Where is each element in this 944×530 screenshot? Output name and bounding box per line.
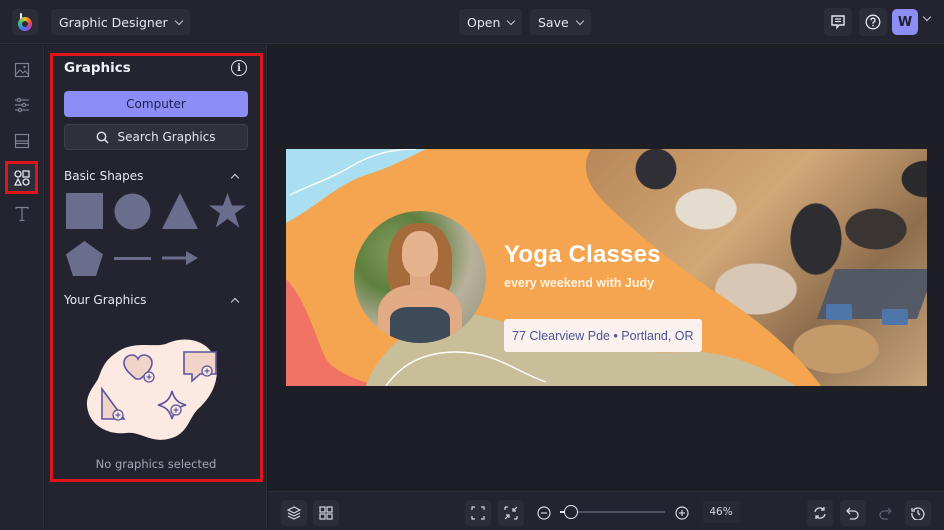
comments-icon xyxy=(831,15,845,30)
image-icon xyxy=(14,62,30,78)
zoom-slider-thumb[interactable] xyxy=(563,505,578,519)
open-label: Open xyxy=(467,14,501,30)
shape-square[interactable] xyxy=(66,193,103,229)
chevron-down-icon xyxy=(507,16,516,25)
computer-upload-button[interactable]: Computer xyxy=(64,91,248,117)
help-button[interactable] xyxy=(859,8,887,36)
chevron-down-icon xyxy=(174,16,183,25)
portrait-top xyxy=(390,307,450,343)
layers-button[interactable] xyxy=(281,500,307,526)
layout-icon xyxy=(14,133,30,149)
panel-title: Graphics xyxy=(64,60,131,76)
sliders-icon xyxy=(15,97,29,113)
shrink-icon xyxy=(504,506,518,520)
search-graphics-label: Search Graphics xyxy=(117,130,216,144)
fit-screen-button[interactable] xyxy=(465,500,491,526)
design-headline[interactable]: Yoga Classes xyxy=(504,241,661,269)
refresh-icon xyxy=(814,507,826,519)
design-address-box[interactable]: 77 Clearview Pde • Portland, OR xyxy=(504,319,702,352)
shape-pentagon[interactable] xyxy=(66,241,103,276)
app: Graphic Designer Open Save W Graphics i … xyxy=(0,0,944,530)
basic-shapes-heading: Basic Shapes xyxy=(64,169,144,183)
info-icon[interactable]: i xyxy=(231,60,247,76)
your-graphics-heading: Your Graphics xyxy=(64,293,147,307)
undo-icon xyxy=(846,507,859,520)
rail-item-text[interactable] xyxy=(8,200,36,228)
zoom-in-button[interactable] xyxy=(671,500,693,526)
layers-icon xyxy=(287,506,301,520)
redo-button[interactable] xyxy=(874,500,896,526)
rail-item-image[interactable] xyxy=(8,56,36,84)
grid-icon xyxy=(319,506,333,520)
design-canvas[interactable]: Yoga Classes every weekend with Judy 77 … xyxy=(286,149,927,386)
shape-arrow[interactable] xyxy=(162,251,198,265)
search-graphics-button[interactable]: Search Graphics xyxy=(64,124,248,150)
shapes-icon xyxy=(13,169,30,186)
save-dropdown[interactable]: Save xyxy=(530,9,591,35)
logo[interactable] xyxy=(12,9,38,35)
shape-line[interactable] xyxy=(114,256,151,261)
history-button[interactable] xyxy=(905,500,931,526)
chevron-down-icon xyxy=(575,16,584,25)
rail-item-graphics[interactable] xyxy=(5,161,38,194)
undo-button[interactable] xyxy=(840,500,866,526)
zoom-in-icon xyxy=(675,506,689,520)
portrait-face xyxy=(402,231,438,277)
search-icon xyxy=(97,131,109,143)
comments-button[interactable] xyxy=(824,8,852,36)
zoom-out-button[interactable] xyxy=(533,500,555,526)
app-mode-label: Graphic Designer xyxy=(59,14,168,30)
rail-item-adjustments[interactable] xyxy=(8,91,36,119)
shape-triangle[interactable] xyxy=(162,193,198,229)
replace-button[interactable] xyxy=(807,500,833,526)
tool-rail xyxy=(0,45,44,530)
zoom-percent[interactable]: 46% xyxy=(702,501,740,523)
design-subheadline[interactable]: every weekend with Judy xyxy=(504,276,654,290)
shape-star[interactable] xyxy=(209,193,246,229)
expand-icon xyxy=(471,506,485,520)
empty-graphics-illustration xyxy=(86,339,217,440)
shape-circle[interactable] xyxy=(114,193,151,230)
history-icon xyxy=(911,507,925,520)
instructor-portrait[interactable] xyxy=(354,211,486,343)
account-chevron-icon[interactable] xyxy=(922,12,932,22)
top-bar: Graphic Designer Open Save W xyxy=(0,0,944,44)
rail-item-layout[interactable] xyxy=(8,127,36,155)
open-dropdown[interactable]: Open xyxy=(459,9,523,35)
user-avatar[interactable]: W xyxy=(892,9,918,35)
app-mode-dropdown[interactable]: Graphic Designer xyxy=(51,9,190,35)
empty-graphics-message: No graphics selected xyxy=(95,457,217,471)
zoom-out-icon xyxy=(537,506,551,520)
help-icon xyxy=(865,14,881,30)
text-icon xyxy=(15,206,29,222)
shrink-button[interactable] xyxy=(498,500,524,526)
redo-icon xyxy=(879,507,892,520)
logo-icon xyxy=(18,17,32,31)
save-label: Save xyxy=(538,14,569,30)
grid-button[interactable] xyxy=(313,500,339,526)
